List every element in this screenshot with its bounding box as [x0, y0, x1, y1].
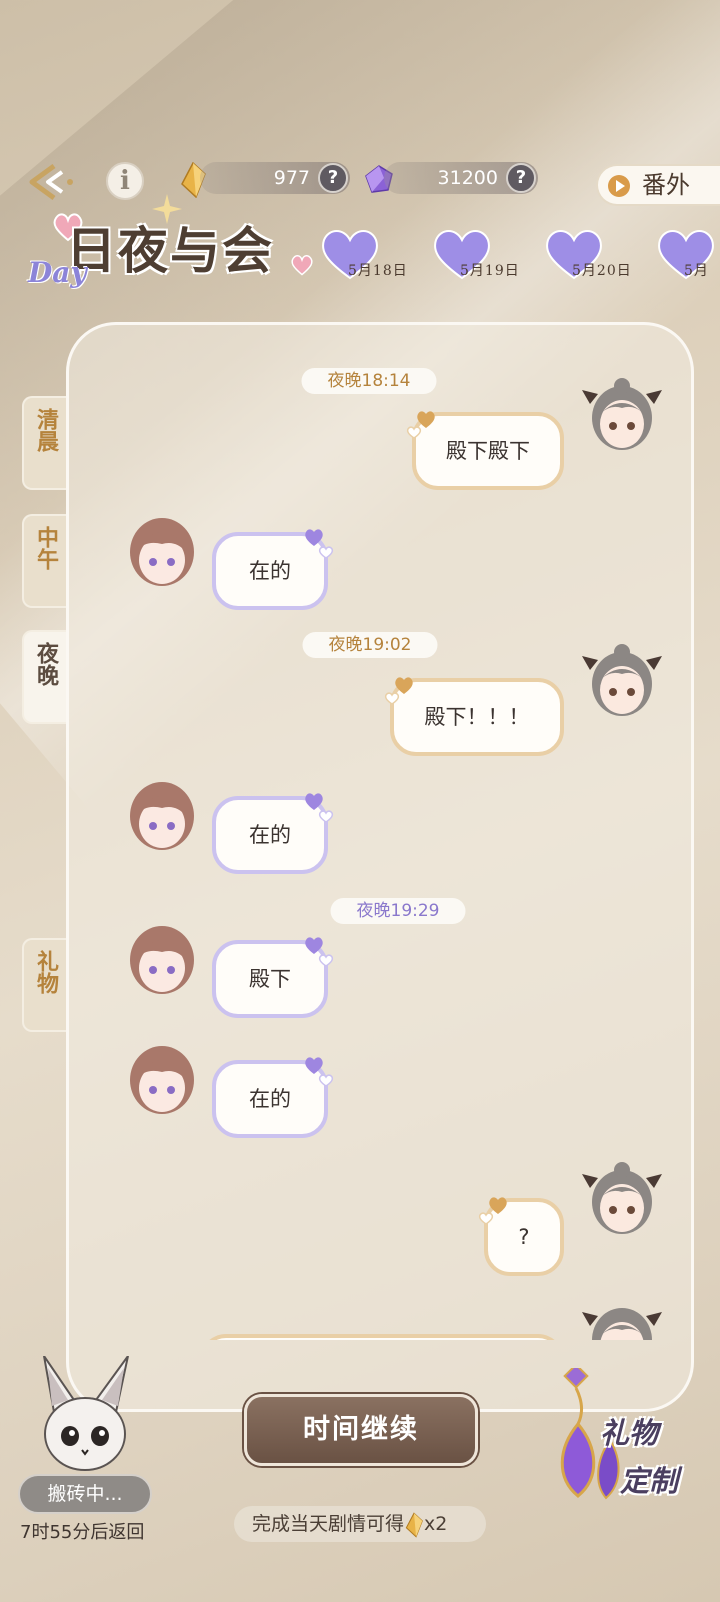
event-logo: 日夜与会 Day	[22, 194, 313, 308]
heart-decoration-icon	[305, 1057, 334, 1087]
continue-time-button[interactable]: 时间继续	[244, 1394, 478, 1466]
date-tab[interactable]: 5月	[654, 228, 720, 290]
play-icon	[608, 175, 630, 197]
gold-help-button[interactable]: ?	[318, 163, 348, 193]
character-avatar[interactable]	[122, 916, 202, 1000]
gift-customize-button[interactable]: 礼物 定制	[538, 1368, 720, 1520]
reward-text: 完成当天剧情可得	[252, 1513, 405, 1535]
chat-panel[interactable]	[66, 322, 694, 1412]
character-avatar[interactable]	[122, 508, 202, 592]
gold-balance: 977 ?	[200, 162, 350, 194]
gem-help-button[interactable]: ?	[506, 163, 536, 193]
gold-value: 977	[273, 167, 310, 189]
player-avatar[interactable]	[582, 1296, 662, 1340]
message-bubble-character[interactable]: 在的	[212, 1057, 334, 1138]
heart-decoration-icon	[478, 1197, 507, 1225]
heart-decoration-icon	[291, 255, 313, 276]
back-icon[interactable]	[24, 162, 82, 202]
player-avatar[interactable]	[582, 374, 662, 458]
date-tab[interactable]: 5月18日	[318, 228, 426, 290]
player-avatar[interactable]	[582, 640, 662, 724]
gold-crystal-icon	[405, 1511, 423, 1538]
heart-decoration-icon	[305, 937, 334, 967]
tab-night[interactable]: 夜晚	[22, 630, 68, 724]
message-bubble-player[interactable]: 殿下殿下	[406, 411, 564, 490]
tab-gift[interactable]: 礼物	[22, 938, 68, 1032]
date-tabs: 5月18日 5月19日 5月20日 5月	[318, 228, 720, 290]
gift-custom-label-2: 定制	[620, 1464, 679, 1498]
reward-hint: 完成当天剧情可得 x2	[234, 1506, 486, 1542]
extra-story-button[interactable]: 番外	[596, 164, 720, 206]
pet-avatar[interactable]	[30, 1355, 140, 1476]
character-avatar[interactable]	[122, 1036, 202, 1120]
message-bubble-character[interactable]: 殿下	[212, 937, 334, 1018]
return-timer: 7时55分后返回	[20, 1522, 145, 1543]
reward-count: x2	[424, 1513, 448, 1535]
logo-title: 日夜与会	[66, 221, 274, 280]
message-bubble-player[interactable]: ?	[478, 1197, 564, 1276]
heart-decoration-icon	[305, 529, 334, 559]
info-button[interactable]: i	[106, 162, 144, 200]
gift-custom-label-1: 礼物	[600, 1416, 659, 1450]
tab-morning[interactable]: 清晨	[22, 396, 68, 490]
gem-value: 31200	[437, 167, 498, 189]
timestamp: 夜晚19:02	[302, 632, 438, 658]
date-tab[interactable]: 5月20日	[542, 228, 650, 290]
logo-day-text: Day	[28, 256, 87, 289]
heart-decoration-icon	[406, 411, 435, 439]
message-bubble-character[interactable]: 在的	[212, 793, 334, 874]
busy-status-badge[interactable]: 搬砖中...	[18, 1474, 152, 1514]
player-avatar[interactable]	[582, 1158, 662, 1242]
date-tab[interactable]: 5月19日	[430, 228, 538, 290]
gem-balance: 31200 ?	[384, 162, 538, 194]
tab-noon[interactable]: 中午	[22, 514, 68, 608]
message-bubble-player[interactable]: 殿下！！！	[384, 677, 564, 756]
timestamp: 夜晚19:29	[330, 898, 466, 924]
message-bubble-character[interactable]: 在的	[212, 529, 334, 610]
timestamp: 夜晚18:14	[301, 368, 437, 394]
extra-story-label: 番外	[642, 171, 690, 199]
message-bubble-player[interactable]	[200, 1334, 564, 1340]
character-avatar[interactable]	[122, 772, 202, 856]
heart-decoration-icon	[305, 793, 334, 823]
heart-decoration-icon	[384, 677, 413, 705]
